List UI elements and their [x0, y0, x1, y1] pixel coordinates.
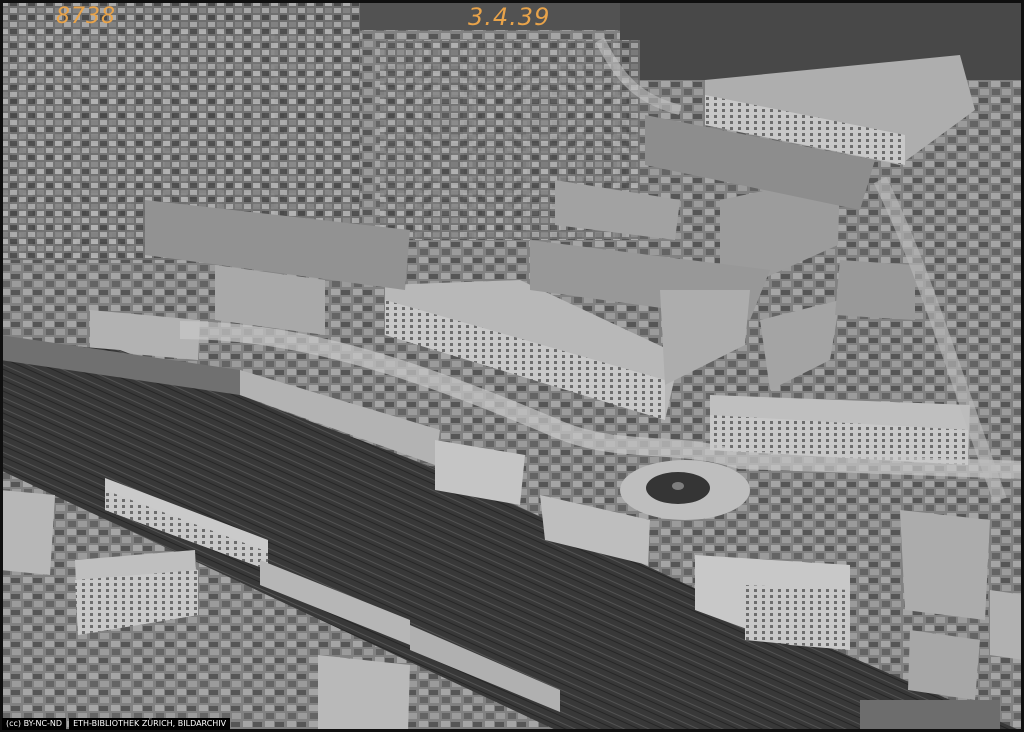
scan-number-right: 3.4.39	[468, 3, 551, 31]
aerial-city-view	[0, 0, 1024, 732]
aerial-photograph: 8738 3.4.39 (cc) BY-NC-ND ETH-BIBLIOTHEK…	[0, 0, 1024, 732]
credit-bar: (cc) BY-NC-ND ETH-BIBLIOTHEK ZÜRICH, BIL…	[2, 718, 231, 730]
scan-number-left: 8738	[56, 4, 116, 29]
archive-credit: ETH-BIBLIOTHEK ZÜRICH, BILDARCHIV	[69, 718, 231, 730]
license-badge[interactable]: (cc) BY-NC-ND	[2, 718, 67, 730]
